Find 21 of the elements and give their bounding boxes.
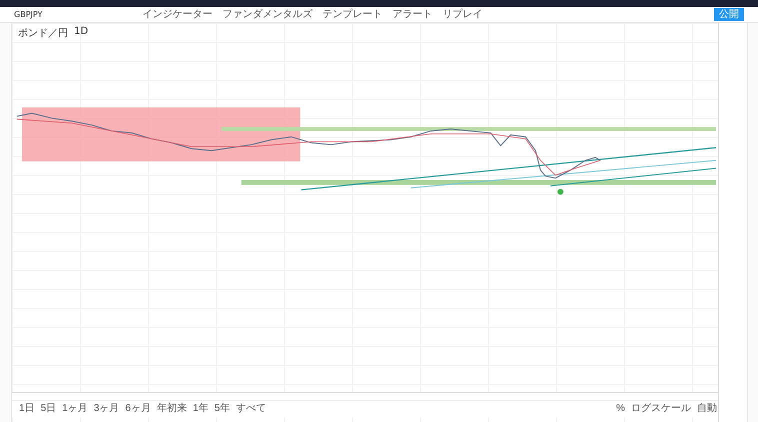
range-button[interactable]: 5年: [213, 404, 231, 414]
range-button[interactable]: 1日: [18, 404, 36, 414]
scale-button[interactable]: 自動: [696, 404, 718, 414]
toolbar-button[interactable]: アラート: [392, 10, 432, 20]
range-button[interactable]: 1ヶ月: [61, 404, 89, 414]
toolbar-button[interactable]: リプレイ: [442, 10, 482, 20]
scale-button[interactable]: ログスケール: [630, 404, 692, 414]
range-button[interactable]: 3ヶ月: [92, 404, 120, 414]
interval-label: 1D: [74, 26, 88, 39]
range-button[interactable]: 5日: [40, 404, 58, 414]
signal-marker: [557, 188, 564, 195]
symbol-title: ポンド／円: [18, 27, 68, 40]
symbol-label[interactable]: GBPJPY: [14, 10, 42, 19]
range-button[interactable]: すべて: [234, 404, 267, 414]
range-button[interactable]: 年初来: [156, 404, 188, 414]
toolbar-button[interactable]: インジケーター: [142, 10, 212, 20]
range-button[interactable]: 1年: [192, 404, 210, 414]
range-button[interactable]: 6ヶ月: [124, 404, 152, 414]
toolbar-button[interactable]: ファンダメンタルズ: [222, 10, 312, 20]
scale-button[interactable]: %: [615, 404, 626, 414]
toolbar-button[interactable]: テンプレート: [322, 10, 382, 20]
